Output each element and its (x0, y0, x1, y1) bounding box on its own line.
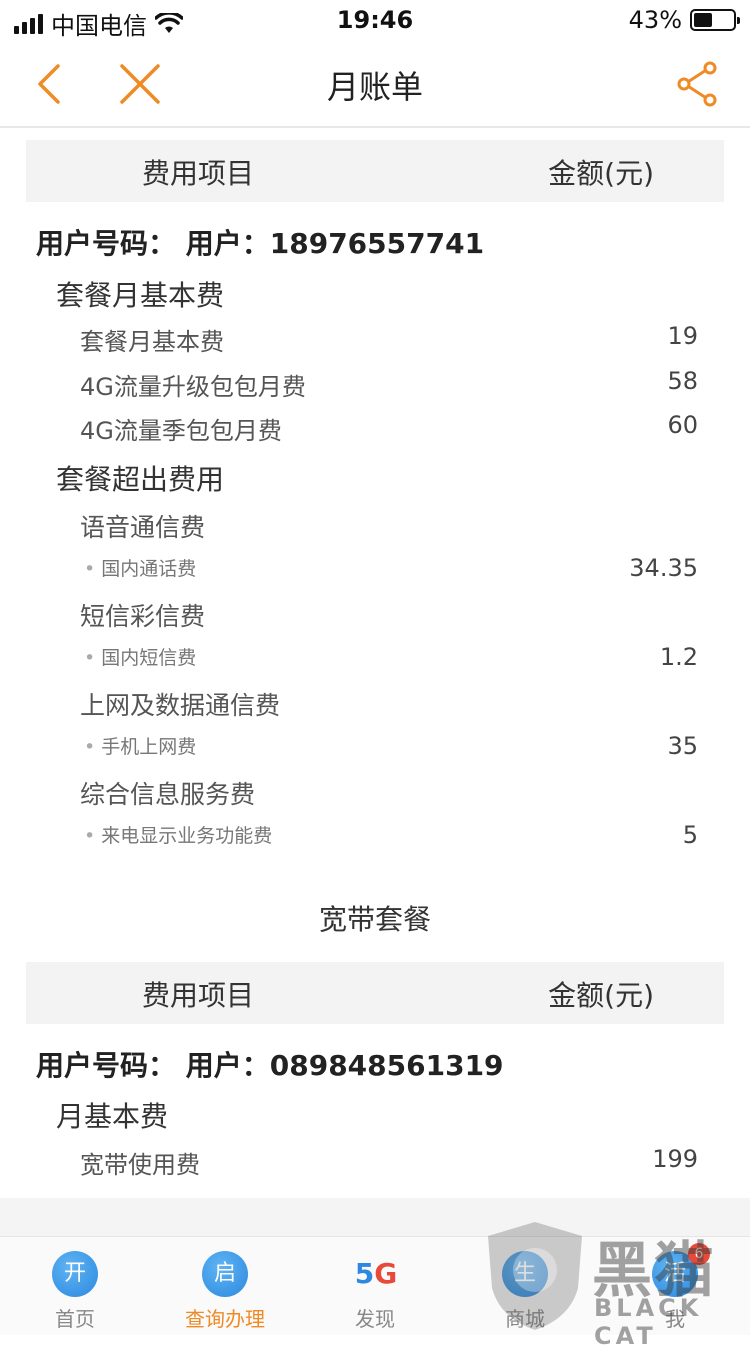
fee-row: 宽带使用费 199 (0, 1145, 750, 1185)
fee-amount: 5 (682, 821, 698, 849)
broadband-user-line: 用户号码： 用户：089848561319 (36, 1049, 504, 1082)
section-over-fees: 套餐超出费用 (56, 463, 225, 496)
query-icon: 启 (202, 1251, 248, 1297)
fee-label: 套餐月基本费 (80, 328, 224, 356)
fee-sub-label: 国内通话费 (84, 554, 196, 581)
fee-label: 宽带使用费 (80, 1151, 200, 1179)
fee-amount: 60 (667, 411, 698, 439)
fee-amount: 1.2 (659, 643, 698, 671)
5g-icon: 5G (354, 1257, 398, 1290)
mobile-table-header: 费用项目 金额(元) (26, 140, 724, 202)
fee-subrow: 手机上网费 35 (0, 732, 750, 772)
section-broadband-basic: 月基本费 (56, 1100, 169, 1133)
share-icon[interactable] (674, 60, 722, 108)
mobile-user-line: 用户号码： 用户：18976557741 (36, 227, 485, 260)
watermark: 黑猫 BLACK CAT (480, 1218, 750, 1350)
tab-label: 发现 (355, 1307, 395, 1331)
fee-row: 4G流量升级包包月费 58 (0, 367, 750, 407)
fee-row: 套餐月基本费 19 (0, 322, 750, 362)
shield-logo-icon (488, 1222, 582, 1330)
tab-discover[interactable]: 5G 发现 (300, 1237, 450, 1335)
fee-subrow: 国内通话费 34.35 (0, 554, 750, 594)
tab-home[interactable]: 开 首页 (0, 1237, 150, 1335)
header-item: 费用项目 (142, 979, 255, 1012)
bill-content[interactable]: 费用项目 金额(元) 用户号码： 用户：18976557741 套餐月基本费 套… (0, 128, 750, 1198)
watermark-sub: BLACK CAT (594, 1294, 703, 1350)
fee-row: 4G流量季包包月费 60 (0, 411, 750, 451)
tab-label: 查询办理 (185, 1307, 265, 1331)
status-bar: 中国电信 19:46 43% (0, 0, 750, 40)
status-right: 43% (628, 6, 740, 34)
fee-sub-label: 来电显示业务功能费 (84, 821, 272, 848)
fee-subrow: 国内短信费 1.2 (0, 643, 750, 683)
tab-label: 首页 (55, 1307, 95, 1331)
fee-sub-label: 国内短信费 (84, 643, 196, 670)
header-amount: 金额(元) (548, 157, 654, 190)
fee-category: 综合信息服务费 (80, 780, 256, 809)
header-amount: 金额(元) (548, 979, 654, 1012)
nav-bar: 月账单 (0, 40, 750, 128)
fee-amount: 35 (667, 732, 698, 760)
fee-amount: 58 (667, 367, 698, 395)
fee-label: 4G流量升级包包月费 (80, 373, 306, 401)
fee-sub-label: 手机上网费 (84, 732, 196, 759)
fee-amount: 199 (652, 1145, 698, 1173)
battery-percent: 43% (628, 6, 682, 34)
fee-category: 短信彩信费 (80, 602, 206, 631)
fee-category: 语音通信费 (80, 513, 206, 542)
page-title: 月账单 (326, 68, 423, 106)
home-icon: 开 (52, 1251, 98, 1297)
tab-query[interactable]: 启 查询办理 (150, 1237, 300, 1335)
fee-category: 上网及数据通信费 (80, 691, 281, 720)
section-package-basic: 套餐月基本费 (56, 279, 225, 312)
battery-icon (690, 9, 740, 31)
fee-amount: 19 (667, 322, 698, 350)
broadband-table-header: 费用项目 金额(元) (26, 962, 724, 1024)
fee-amount: 34.35 (629, 554, 698, 582)
header-item: 费用项目 (142, 157, 255, 190)
fee-label: 4G流量季包包月费 (80, 417, 282, 445)
broadband-title: 宽带套餐 (318, 903, 431, 936)
fee-subrow: 来电显示业务功能费 5 (0, 821, 750, 861)
